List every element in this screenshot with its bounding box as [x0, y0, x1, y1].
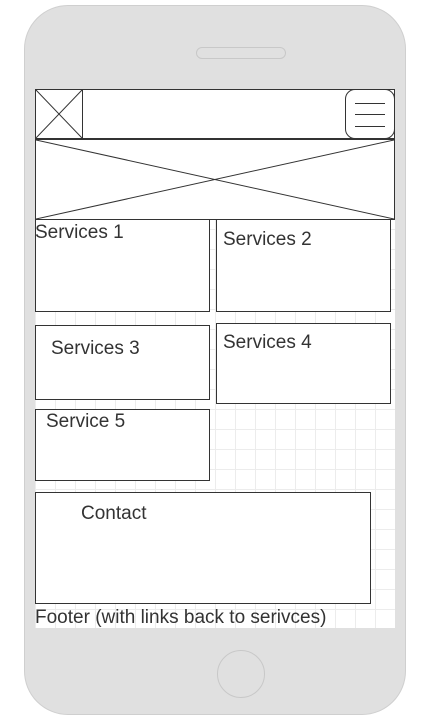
image-placeholder-icon [36, 90, 82, 138]
contact-label: Contact [81, 503, 147, 524]
hamburger-menu-bar [355, 114, 385, 115]
hamburger-menu-button[interactable] [345, 89, 395, 139]
service-label-2: Services 2 [223, 229, 312, 250]
hamburger-menu-bar [355, 126, 385, 127]
image-placeholder-icon [36, 140, 394, 219]
service-card-3[interactable] [35, 325, 210, 400]
phone-home-button [217, 650, 265, 698]
header-bar [35, 89, 395, 139]
logo-placeholder[interactable] [36, 90, 83, 138]
footer-text: Footer (with links back to serivces) [35, 607, 327, 628]
hero-image-placeholder [35, 139, 395, 220]
service-label-4: Services 4 [223, 332, 312, 353]
service-label-3: Services 3 [51, 338, 140, 359]
service-label-1: Services 1 [35, 222, 124, 243]
phone-screen: Services 1 Services 2 Services 3 Service… [35, 89, 395, 628]
service-label-5: Service 5 [46, 411, 126, 432]
phone-speaker [196, 47, 286, 59]
hamburger-menu-icon [355, 103, 385, 104]
